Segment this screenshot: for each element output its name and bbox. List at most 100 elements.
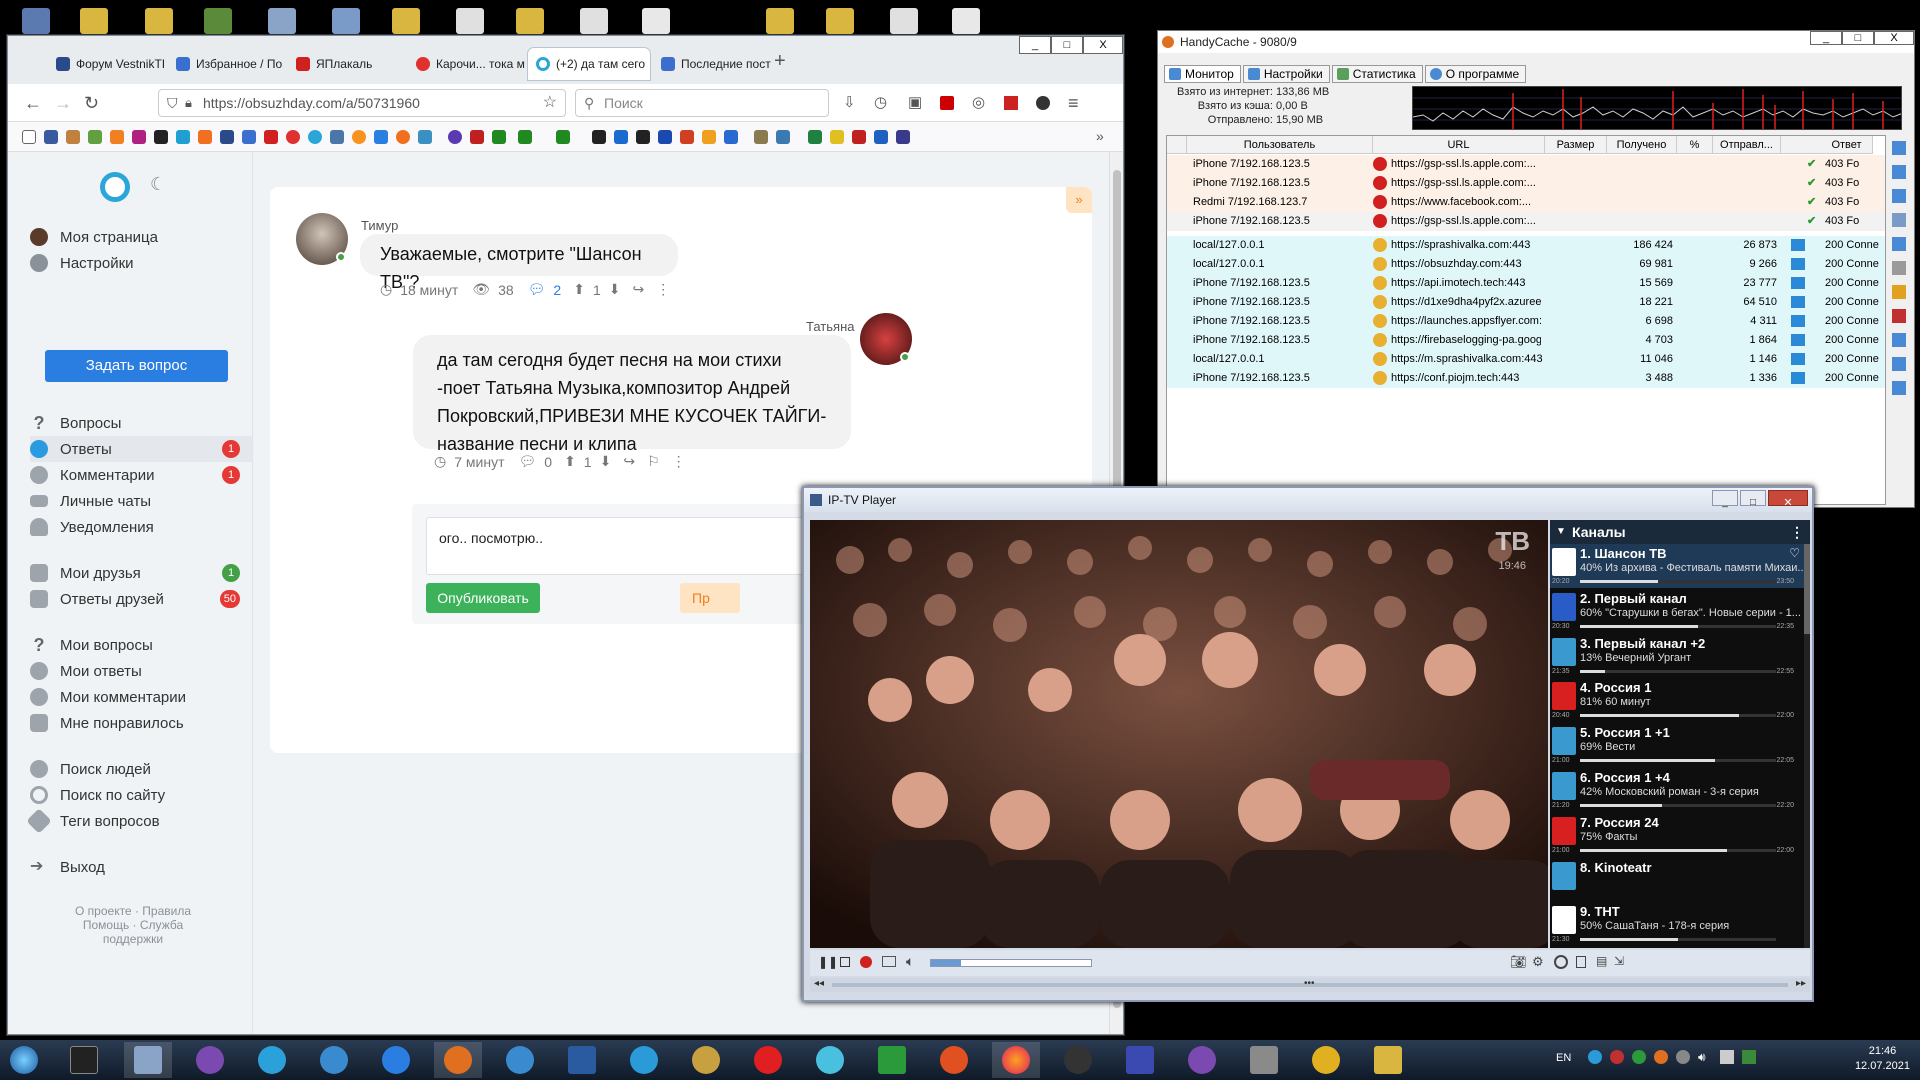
flag-icon[interactable]: ⚐ [647,453,660,470]
comment-icon[interactable]: 💬︎ [528,281,546,298]
column-header[interactable]: Отправл... [1713,136,1781,154]
bookmark-icon[interactable] [724,130,738,144]
channel-item[interactable]: 3. Первый канал +2 13% Вечерний Ургант 21:… [1550,634,1810,678]
share-icon[interactable]: ↪ [632,281,644,298]
table-row[interactable]: iPhone 7/192.168.123.5 https://api.imote… [1167,274,1885,293]
extension-icon[interactable]: ◎ [972,94,985,112]
back-icon[interactable]: ← [24,94,42,112]
table-row[interactable]: iPhone 7/192.168.123.5 https://launches.… [1167,312,1885,331]
document-icon[interactable] [642,8,670,34]
sidebar-item-my-answers[interactable]: Мои ответы [30,658,252,684]
sidebar-item-friends-answers[interactable]: Ответы друзей 50 [30,586,252,612]
tab-statistics[interactable]: Статистика [1331,65,1423,83]
minecraft-icon[interactable] [204,8,232,34]
bookmark-icon[interactable] [44,130,58,144]
channel-item[interactable]: 6. Россия 1 +4 42% Московский роман - 3-я… [1550,768,1810,812]
bookmark-icon[interactable] [110,130,124,144]
table-row[interactable]: local/127.0.0.1 https://obsuzhday.com:44… [1167,255,1885,274]
network-icon[interactable] [332,8,360,34]
toolbar-icon[interactable] [1892,333,1906,347]
document-icon[interactable] [456,8,484,34]
bookmark-icon[interactable] [198,130,212,144]
folder-icon[interactable] [826,8,854,34]
browser-tab[interactable]: ЯПлакаль [288,48,406,80]
computer-icon[interactable] [22,8,50,34]
reload-icon[interactable]: ↻ [84,94,99,112]
language-indicator[interactable]: EN [1556,1052,1571,1064]
bookmark-icon[interactable] [636,130,650,144]
sidebar-item-chats[interactable]: Личные чаты [30,488,252,514]
taskbar-app[interactable] [434,1042,482,1078]
upvote-icon[interactable]: ⬆ [573,281,585,298]
sidebar-item-my-comments[interactable]: Мои комментарии [30,684,252,710]
stop-icon[interactable] [840,957,850,967]
taskbar-app[interactable] [806,1042,854,1078]
comment-icon[interactable]: 💬︎ [518,453,536,470]
folder-icon[interactable] [392,8,420,34]
table-row[interactable]: iPhone 7/192.168.123.5 https://conf.pioj… [1167,369,1885,388]
favorite-icon[interactable]: ♡ [1789,546,1800,560]
bookmark-icon[interactable] [286,130,300,144]
channel-item[interactable]: 5. Россия 1 +1 69% Вести 21:00 22:05 [1550,723,1810,767]
folder-icon[interactable] [80,8,108,34]
table-row[interactable]: iPhone 7/192.168.123.5 https://d1xe9dha4… [1167,293,1885,312]
folder-icon[interactable] [145,8,173,34]
chevron-right-icon[interactable]: » [1096,128,1104,144]
taskbar-app[interactable] [496,1042,544,1078]
sidebar-item-questions[interactable]: ? Вопросы [30,410,252,436]
folder-icon[interactable] [516,8,544,34]
minimize-button[interactable]: _ [1712,490,1738,508]
scrollbar-thumb[interactable] [1804,544,1810,634]
trash-icon[interactable] [1892,381,1906,395]
sidebar-item-my-questions[interactable]: ? Мои вопросы [30,632,252,658]
bookmark-icon[interactable] [154,130,168,144]
bookmark-icon[interactable] [418,130,432,144]
table-row[interactable]: Redmi 7/192.168.123.7 https://www.facebo… [1167,193,1885,212]
author-name[interactable]: Татьяна [806,319,854,334]
clock[interactable]: 21:46 12.07.2021 [1855,1044,1910,1074]
sidebar-item-tags[interactable]: Теги вопросов [26,808,252,834]
bookmark-icon[interactable] [470,130,484,144]
toolbar-icon[interactable] [1892,309,1906,323]
tab-monitor[interactable]: Монитор [1164,65,1241,83]
expand-icon[interactable]: ⇲ [1614,954,1624,968]
document-icon[interactable] [580,8,608,34]
taskbar-app[interactable] [620,1042,668,1078]
video-frame[interactable]: TB 19:46 [810,520,1548,948]
taskbar-app[interactable] [1054,1042,1102,1078]
bookmark-icon[interactable] [614,130,628,144]
gmail-icon[interactable] [680,130,694,144]
toolbar-icon[interactable] [1892,285,1906,299]
taskbar-app[interactable] [1302,1042,1350,1078]
history-icon[interactable]: ◷ [874,94,887,112]
channel-item[interactable]: 8. Kinoteatr [1550,858,1810,902]
taskbar-app[interactable] [1178,1042,1226,1078]
close-button[interactable]: X [1874,31,1914,45]
fast-forward-icon[interactable]: » [1066,187,1092,213]
secondary-button[interactable]: Пр [680,583,740,613]
taskbar-app[interactable] [1116,1042,1164,1078]
toolbar-icon[interactable] [1892,237,1906,251]
sidebar-item-logout[interactable]: ➔ Выход [30,854,252,880]
bookmark-icon[interactable] [448,130,462,144]
bookmark-icon[interactable] [518,130,532,144]
camera-icon[interactable]: 📷︎ [1510,954,1527,970]
tray-icon[interactable] [1632,1050,1646,1064]
downvote-icon[interactable]: ⬇ [600,453,612,470]
scrollbar[interactable] [1804,544,1810,948]
column-header[interactable]: URL [1373,136,1545,154]
bookmark-icon[interactable] [220,130,234,144]
document-icon[interactable] [952,8,980,34]
bookmark-icon[interactable] [264,130,278,144]
browser-tab[interactable]: Последние пост [653,48,771,80]
ask-question-button[interactable]: Задать вопрос [45,350,228,382]
menu-icon[interactable]: ≡ [1068,94,1079,112]
column-header[interactable]: Размер [1545,136,1607,154]
addon-icon[interactable] [1036,96,1050,110]
sidebar-item-notifications[interactable]: Уведомления [30,514,252,540]
table-row[interactable]: iPhone 7/192.168.123.5 https://firebasel… [1167,331,1885,350]
bookmark-icon[interactable] [830,130,844,144]
site-logo[interactable] [100,172,130,202]
more-icon[interactable]: ⋮ [1790,520,1804,544]
start-button[interactable] [0,1042,48,1078]
